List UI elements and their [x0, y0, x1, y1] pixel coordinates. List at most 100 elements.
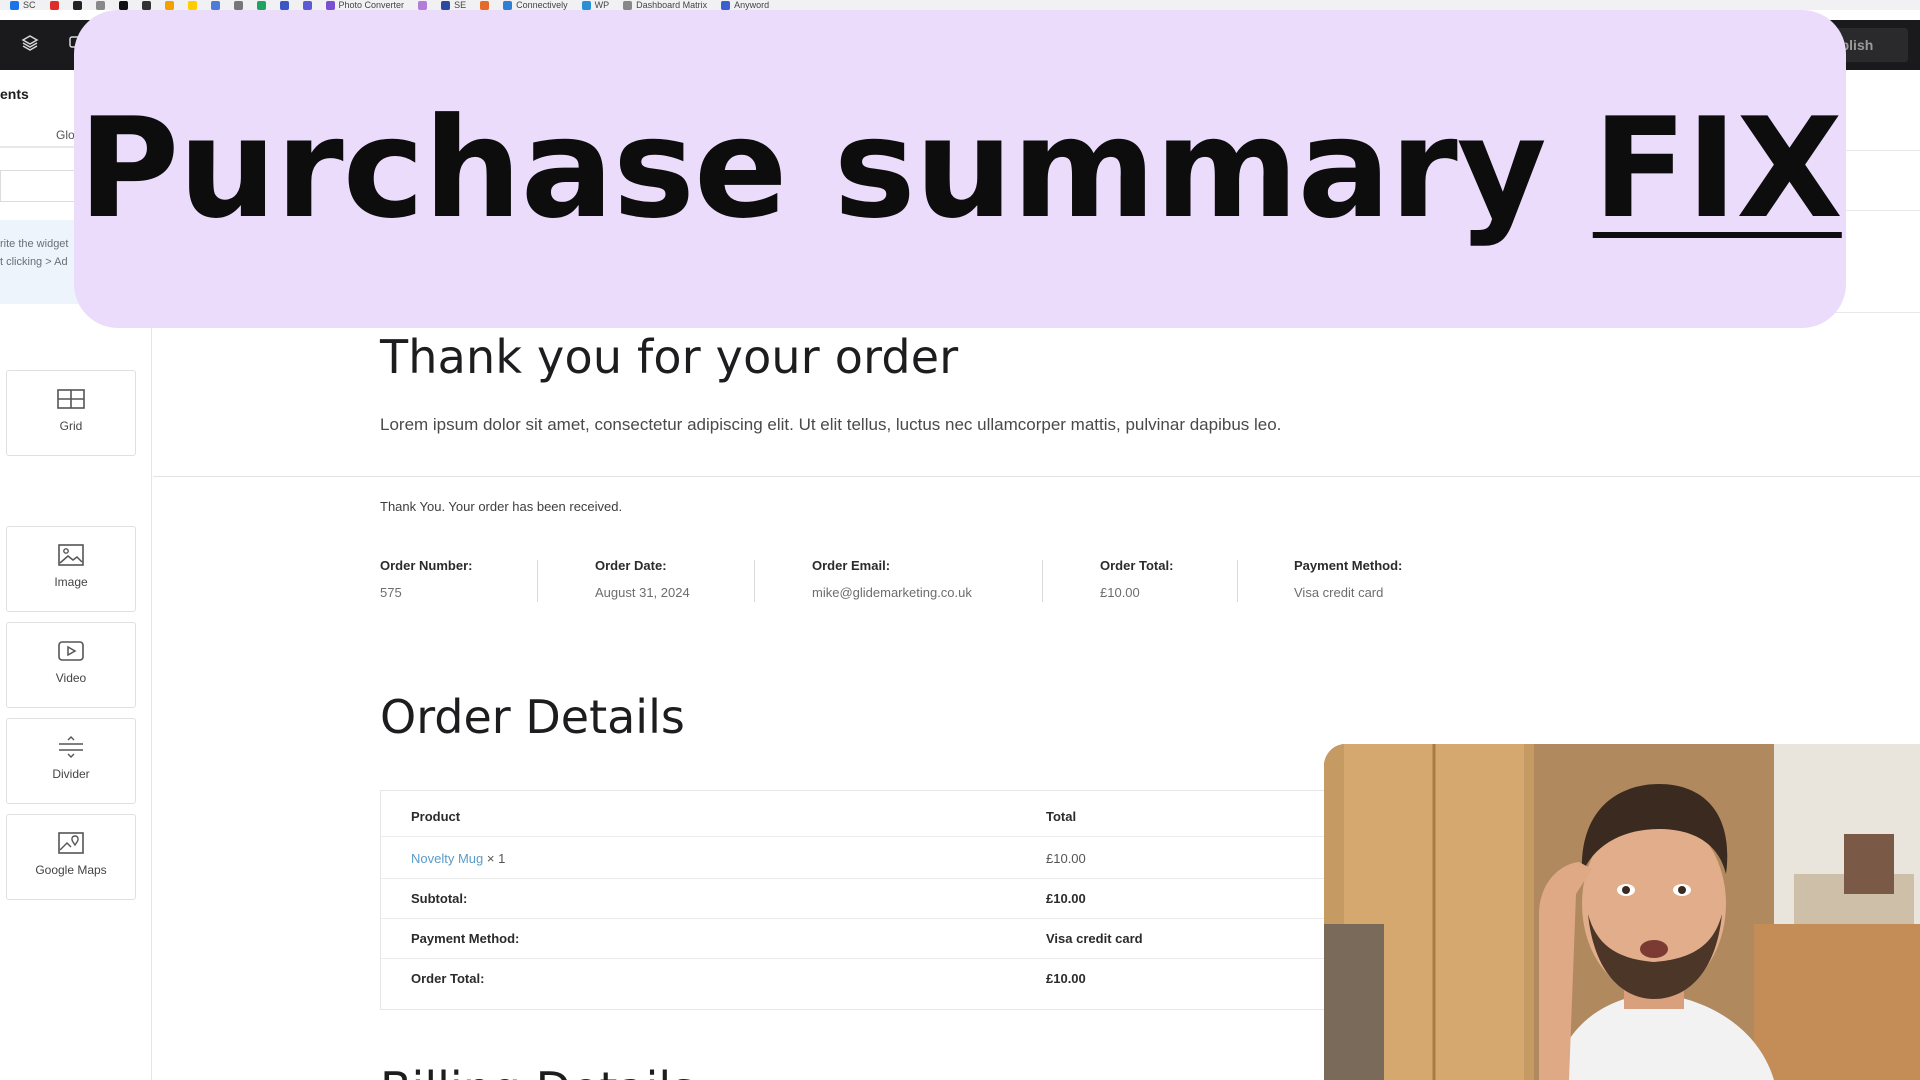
column-header-product: Product [411, 809, 461, 824]
notice-line: t clicking > Ad [0, 256, 68, 268]
bookmark-label: Connectively [516, 0, 568, 10]
bookmark-item[interactable] [95, 0, 105, 10]
bookmark-label: Photo Converter [338, 0, 405, 10]
overview-label: Order Number: [380, 558, 473, 573]
order-total-label: Order Total: [411, 971, 485, 986]
widget-label: Google Maps [35, 863, 107, 877]
map-icon [58, 832, 84, 854]
order-details-heading: Order Details [380, 690, 685, 744]
bookmark-favicon-icon [210, 0, 220, 10]
bookmark-favicon-icon [141, 0, 151, 10]
bookmark-favicon-icon [623, 0, 633, 10]
notice-line: rite the widget [0, 238, 69, 250]
bookmark-item[interactable] [141, 0, 151, 10]
bookmark-item[interactable]: Connectively [503, 0, 568, 10]
overview-value: £10.00 [1100, 585, 1140, 600]
payment-method-label: Payment Method: [411, 931, 520, 946]
bookmark-favicon-icon [164, 0, 174, 10]
subtotal-value: £10.00 [1046, 891, 1086, 906]
bookmark-favicon-icon [581, 0, 591, 10]
bookmark-item[interactable] [118, 0, 128, 10]
bookmark-favicon-icon [302, 0, 312, 10]
widget-image[interactable]: Image [6, 526, 136, 612]
bookmark-favicon-icon [503, 0, 513, 10]
overview-divider [1042, 560, 1043, 602]
widget-label: Image [54, 575, 88, 589]
title-banner: Purchase summary FIX [74, 10, 1846, 328]
overview-divider [754, 560, 755, 602]
bookmark-label: SC [23, 0, 36, 10]
widget-label: Divider [52, 767, 90, 781]
overview-value: 575 [380, 585, 402, 600]
bookmark-label: WP [594, 0, 610, 10]
bookmark-item[interactable] [256, 0, 266, 10]
overview-divider [537, 560, 538, 602]
overview-order-total: Order Total: £10.00 [1100, 558, 1173, 600]
presenter-video-frame [1324, 744, 1920, 1080]
table-row: Novelty Mug × 1 £10.00 [381, 837, 1339, 879]
bookmarks-bar: SC Photo Converter SE Connectively WP Dashboa… [0, 0, 1920, 10]
product-cell: Novelty Mug × 1 [411, 851, 505, 866]
product-link[interactable]: Novelty Mug [411, 851, 483, 866]
subtotal-label: Subtotal: [411, 891, 468, 906]
widget-google-maps[interactable]: Google Maps [6, 814, 136, 900]
panel-title: ents [0, 86, 29, 102]
bookmark-item[interactable] [480, 0, 490, 10]
widget-grid[interactable]: Grid [6, 370, 136, 456]
widget-label: Grid [59, 419, 83, 433]
widget-divider[interactable]: Divider [6, 718, 136, 804]
order-total-value: £10.00 [1046, 971, 1086, 986]
intro-text: Lorem ipsum dolor sit amet, consectetur … [380, 415, 1282, 434]
overview-label: Order Total: [1100, 558, 1174, 573]
order-received-notice: Thank You. Your order has been received. [380, 499, 623, 514]
bookmark-favicon-icon [10, 0, 19, 10]
line-total: £10.00 [1046, 851, 1086, 866]
table-header-row: Product Total [381, 793, 1339, 837]
overview-label: Order Email: [812, 558, 891, 573]
bookmark-item[interactable] [279, 0, 289, 10]
overview-value: August 31, 2024 [595, 585, 690, 600]
banner-title: Purchase summary FIX [74, 88, 1846, 249]
bookmark-favicon-icon [72, 0, 82, 10]
bookmark-item[interactable]: WP [581, 0, 610, 10]
overview-label: Payment Method: [1294, 558, 1403, 573]
overview-label: Order Date: [595, 558, 667, 573]
presenter-webcam [1324, 744, 1920, 1080]
bookmark-favicon-icon [480, 0, 490, 10]
bookmark-favicon-icon [418, 0, 428, 10]
table-row-order-total: Order Total: £10.00 [381, 959, 1339, 999]
table-row-subtotal: Subtotal: £10.00 [381, 879, 1339, 919]
bookmark-favicon-icon [95, 0, 105, 10]
layers-icon[interactable] [19, 34, 41, 56]
overview-payment-method: Payment Method: Visa credit card [1294, 558, 1402, 600]
bookmark-item[interactable]: SE [441, 0, 466, 10]
banner-title-main: Purchase summary [78, 88, 1593, 249]
bookmark-favicon-icon [233, 0, 243, 10]
bookmark-item[interactable] [187, 0, 197, 10]
order-details-table: Product Total Novelty Mug × 1 £10.00 Sub… [380, 790, 1340, 1010]
widget-video[interactable]: Video [6, 622, 136, 708]
bookmark-item[interactable]: SC [10, 0, 36, 10]
banner-title-emphasis: FIX [1592, 88, 1843, 249]
bookmark-favicon-icon [187, 0, 197, 10]
bookmark-item[interactable] [49, 0, 59, 10]
bookmark-favicon-icon [118, 0, 128, 10]
bookmark-item[interactable]: Anyword [721, 0, 769, 10]
bookmark-item[interactable]: Dashboard Matrix [623, 0, 707, 10]
bookmark-favicon-icon [49, 0, 59, 10]
bookmark-item[interactable] [72, 0, 82, 10]
video-icon [58, 641, 84, 661]
image-icon [58, 544, 84, 566]
bookmark-item[interactable] [210, 0, 220, 10]
bookmark-item[interactable] [233, 0, 243, 10]
column-header-total: Total [1046, 809, 1077, 824]
tab-global[interactable]: Glo [56, 128, 75, 142]
bookmark-item[interactable] [164, 0, 174, 10]
thank-you-heading: Thank you for your order [380, 330, 959, 384]
bookmark-item[interactable] [418, 0, 428, 10]
bookmark-item[interactable]: Photo Converter [325, 0, 405, 10]
table-row-payment-method: Payment Method: Visa credit card [381, 919, 1339, 959]
bookmark-favicon-icon [279, 0, 289, 10]
bookmark-item[interactable] [302, 0, 312, 10]
bookmark-favicon-icon [325, 0, 335, 10]
